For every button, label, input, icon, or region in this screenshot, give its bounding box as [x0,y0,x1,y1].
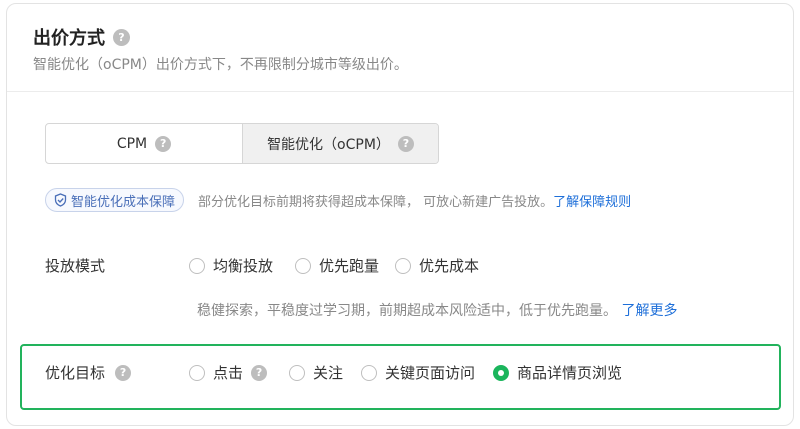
delivery-mode-option-volume[interactable]: 优先跑量 [295,255,379,276]
radio-button[interactable] [295,257,312,274]
bid-settings-card: 出价方式 ? 智能优化（oCPM）出价方式下，不再限制分城市等级出价。 CPM … [6,3,794,426]
delivery-mode-radio-group: 均衡投放 优先跑量 优先成本 [189,255,501,276]
delivery-mode-option-label: 优先跑量 [319,257,380,275]
bid-type-ocpm-option[interactable]: 智能优化（oCPM） ? [242,124,438,163]
title-row: 出价方式 ? [33,24,130,50]
help-icon[interactable]: ? [113,28,130,46]
cost-guarantee-text: 部分优化目标前期将获得超成本保障， 可放心新建广告投放。 [198,194,554,210]
delivery-mode-option-label: 优先成本 [419,257,480,275]
optimization-goal-highlight-frame [20,344,781,410]
cost-guarantee-row: 智能优化成本保障 部分优化目标前期将获得超成本保障， 可放心新建广告投放。 了解… [45,188,631,212]
delivery-mode-option-label: 均衡投放 [213,257,274,275]
bid-type-segmented-control: CPM ? 智能优化（oCPM） ? [45,123,439,164]
page-title: 出价方式 [33,28,105,49]
delivery-mode-label-wrap: 投放模式 [45,255,105,276]
delivery-mode-label: 投放模式 [45,257,106,275]
help-icon[interactable]: ? [397,135,414,152]
bid-type-ocpm-label: 智能优化（oCPM） [267,136,390,153]
learn-more-link[interactable]: 了解更多 [621,303,677,319]
bid-type-cpm-label: CPM [116,135,148,152]
delivery-mode-option-balanced[interactable]: 均衡投放 [189,255,273,276]
guarantee-rules-link[interactable]: 了解保障规则 [553,191,631,210]
help-icon[interactable]: ? [155,135,172,152]
delivery-mode-option-cost[interactable]: 优先成本 [395,255,479,276]
radio-button[interactable] [189,257,205,274]
bid-type-cpm-option[interactable]: CPM ? [46,124,242,163]
radio-button[interactable] [395,257,412,274]
card-header: 出价方式 ? 智能优化（oCPM）出价方式下，不再限制分城市等级出价。 [7,4,793,92]
cost-guarantee-badge: 智能优化成本保障 [45,188,185,212]
page-subtitle: 智能优化（oCPM）出价方式下，不再限制分城市等级出价。 [33,57,408,73]
delivery-mode-description: 稳健探索，平稳度过学习期，前期超成本风险适中，低于优先跑量。 了解更多 [197,300,677,320]
cost-guarantee-badge-label: 智能优化成本保障 [71,194,176,210]
shield-check-icon [54,193,67,207]
delivery-mode-description-text: 稳健探索，平稳度过学习期，前期超成本风险适中，低于优先跑量。 [197,303,617,319]
